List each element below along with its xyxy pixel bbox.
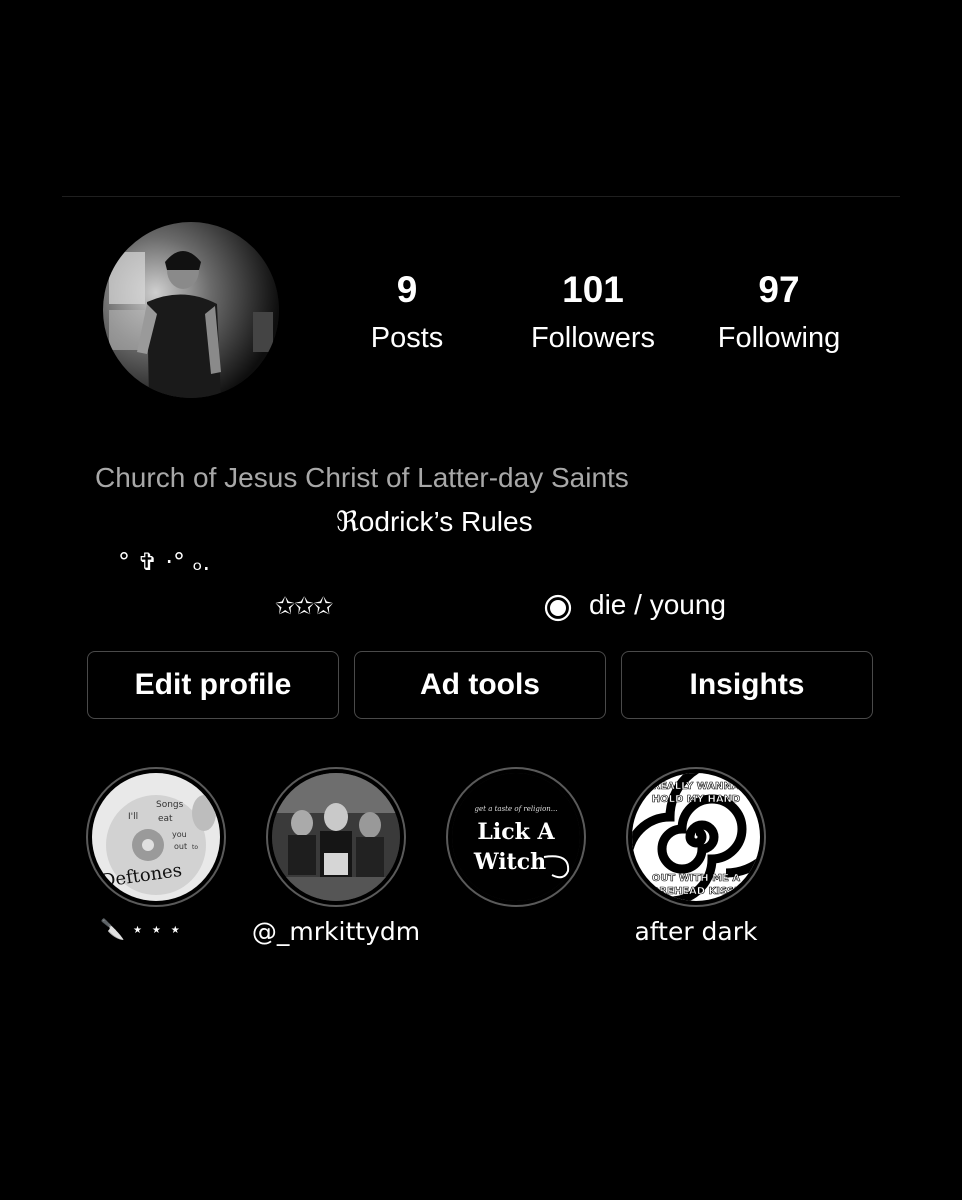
cover-text-you: you [172,830,187,839]
story-highlight-3[interactable]: get a taste of religion... Lick A Witch [446,767,586,907]
highlight-ring: get a taste of religion... Lick A Witch [446,767,586,907]
following-label: Following [717,322,841,354]
highlight-ring [266,767,406,907]
highlight-cover-band-photo [272,773,400,901]
profile-name-initial: ℜ [336,505,359,538]
insights-button[interactable]: Insights [621,651,873,719]
story-highlight-1[interactable]: Songs I'll eat you out to Deftones 🔪 ⋆ ⋆… [86,767,226,941]
bio-stars: ✩✩✩ [275,592,333,620]
posts-count: 9 [396,269,418,310]
following-stat[interactable]: 97 Following [694,268,864,358]
followers-count: 101 [562,269,624,310]
highlight-ring: REALLY WANNA HOLD MY HAND OUT WITH ME A … [626,767,766,907]
following-count: 97 [758,269,800,310]
story-highlight-4[interactable]: REALLY WANNA HOLD MY HAND OUT WITH ME A … [626,767,766,946]
cover-text-witch: Witch [473,849,546,875]
cover-text-religion: get a taste of religion... [475,805,558,813]
record-icon [544,594,572,622]
highlight-caption: @_mrkittydm [251,917,421,946]
profile-name: ℜodrick’s Rules [336,505,533,538]
highlight-caption: 🔪 ⋆ ⋆ ⋆ [100,917,182,941]
highlight-cover-cd: Songs I'll eat you out to Deftones [92,773,220,901]
posts-stat[interactable]: 9 Posts [322,268,492,358]
profile-category: Church of Jesus Christ of Latter-day Sai… [95,462,629,493]
cover-text-out: out [174,842,187,851]
followers-label: Followers [530,322,656,354]
highlight-cover-lick-a-witch: get a taste of religion... Lick A Witch [452,773,580,901]
cover-text-1: REALLY WANNA [653,781,740,792]
bio-link-text[interactable]: die / young [589,589,726,621]
cover-text-eat: eat [158,814,173,824]
profile-name-rest: odrick’s Rules [358,506,533,537]
cover-text-ill: I'll [128,812,138,822]
cover-text-songs: Songs [156,800,184,810]
cover-text-4: FOREHEAD KISSES [644,886,748,897]
avatar-photo [103,222,279,398]
profile-avatar[interactable] [103,222,279,398]
story-highlight-2[interactable]: @_mrkittydm [252,767,420,946]
cover-text-2: HOLD MY HAND [652,794,740,805]
bio-line-1: ° ✞ ·° ₒ. [118,548,211,576]
highlight-ring: Songs I'll eat you out to Deftones [86,767,226,907]
ad-tools-button[interactable]: Ad tools [354,651,606,719]
top-divider [62,196,900,197]
edit-profile-button[interactable]: Edit profile [87,651,339,719]
highlight-caption: after dark [634,917,758,946]
cover-text-3: OUT WITH ME A [652,873,741,884]
cover-text-lick-a: Lick A [477,819,555,845]
highlight-cover-spiral: REALLY WANNA HOLD MY HAND OUT WITH ME A … [632,773,760,901]
cover-text-to: to [192,844,198,851]
posts-label: Posts [370,322,444,354]
followers-stat[interactable]: 101 Followers [508,268,678,358]
